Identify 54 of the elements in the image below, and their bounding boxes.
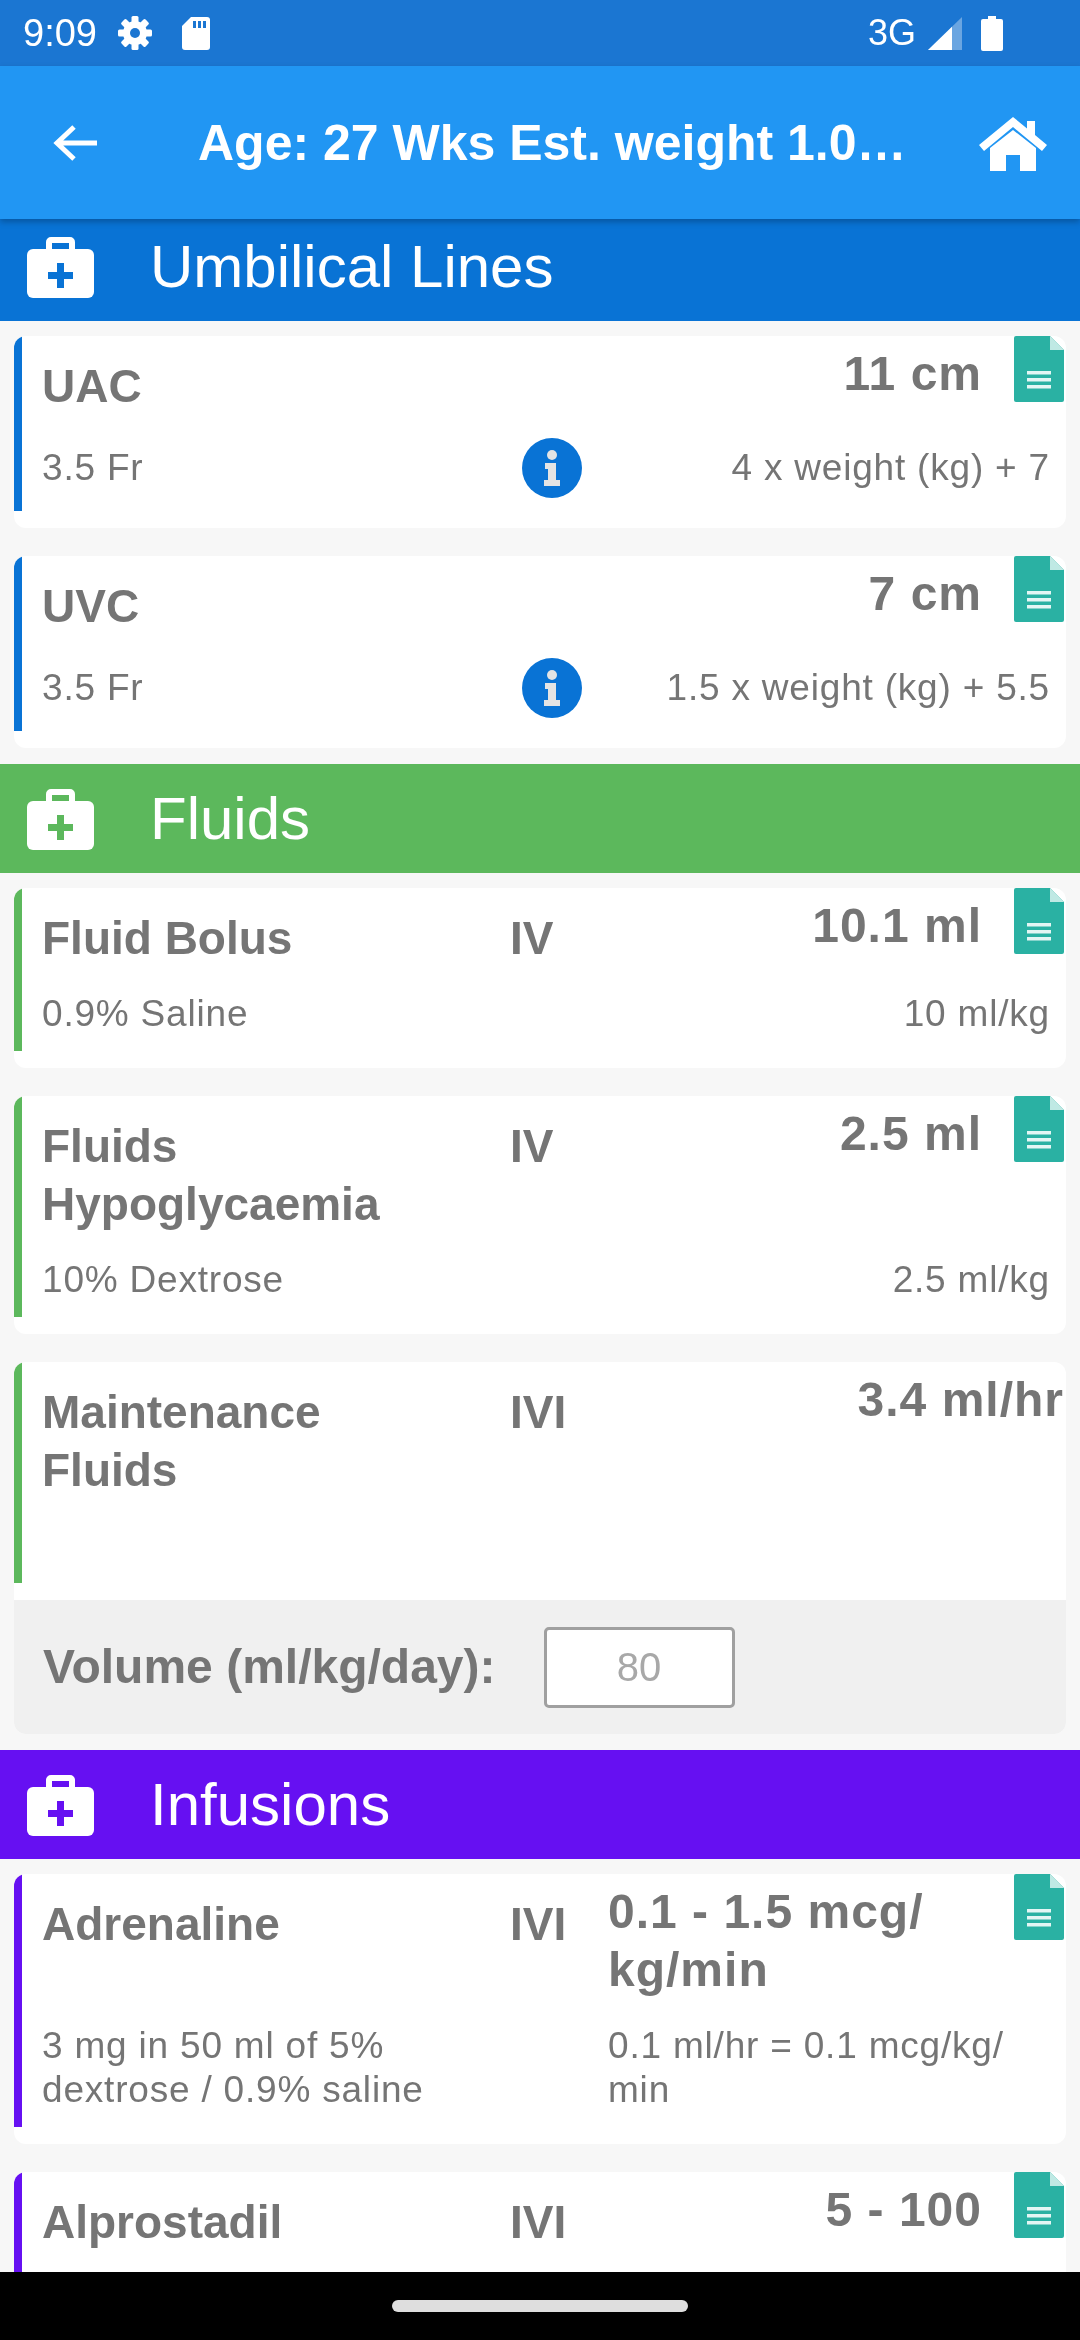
route-text: IV: [510, 1119, 554, 1174]
status-time: 9:09: [23, 11, 97, 55]
item-name: Adrenaline: [42, 1897, 280, 1952]
item-name: Maintenance Fluids: [42, 1385, 322, 1498]
dose-text: 2.5 ml: [839, 1106, 982, 1162]
item-detail: 0.9% Saline: [42, 992, 249, 1036]
gear-icon: [117, 16, 152, 50]
dose-text: 11 cm: [843, 346, 982, 402]
dose-text: 10.1 ml: [812, 898, 982, 954]
route-text: IVI: [510, 1385, 567, 1440]
info-icon[interactable]: [522, 438, 582, 498]
item-name: Fluids Hypoglycaemia: [42, 1119, 381, 1232]
info-icon[interactable]: [522, 658, 582, 718]
document-icon[interactable]: [1014, 1874, 1064, 1940]
item-name: UVC: [42, 579, 140, 634]
signal-icon: [928, 16, 962, 50]
dose-text: 7 cm: [868, 566, 982, 622]
dose-formula: 1.5 x weight (kg) + 5.5: [666, 666, 1050, 710]
item-detail: 10% Dextrose: [42, 1258, 284, 1302]
item-detail: 3.5 Fr: [42, 666, 144, 710]
sd-card-icon: [181, 16, 210, 50]
document-icon[interactable]: [1014, 888, 1064, 954]
dose-formula: 2.5 ml/kg: [892, 1258, 1050, 1302]
dose-formula: 4 x weight (kg) + 7: [731, 446, 1050, 490]
dose-text: 3.4 ml/hr: [857, 1372, 1064, 1428]
route-text: IVI: [510, 1897, 567, 1952]
document-icon[interactable]: [1014, 1096, 1064, 1162]
document-icon[interactable]: [1014, 336, 1064, 402]
dose-text: 5 - 100: [825, 2182, 982, 2238]
volume-label: Volume (ml/kg/day):: [43, 1639, 496, 1695]
item-name: Alprostadil: [42, 2195, 283, 2250]
battery-icon: [981, 15, 1003, 51]
item-detail: 3 mg in 50 ml of 5% dextrose / 0.9% saline: [42, 2024, 425, 2112]
volume-input[interactable]: 80: [543, 1626, 735, 1708]
dose-text: 0.1 - 1.5 mcg/kg/min: [608, 1884, 925, 1998]
dose-formula: 10 ml/kg: [903, 992, 1050, 1036]
document-icon[interactable]: [1014, 556, 1064, 622]
item-name: Fluid Bolus: [42, 911, 293, 966]
home-icon[interactable]: [978, 114, 1048, 171]
medical-case-icon: [27, 235, 94, 298]
route-text: IVI: [510, 2195, 567, 2250]
document-icon[interactable]: [1014, 2172, 1064, 2238]
network-type: 3G: [867, 11, 916, 55]
item-detail: 3.5 Fr: [42, 446, 144, 490]
route-text: IV: [510, 911, 554, 966]
section-title: Fluids: [150, 783, 311, 854]
section-title: Infusions: [150, 1769, 391, 1840]
medical-case-icon: [27, 787, 94, 850]
back-arrow-icon[interactable]: [52, 123, 98, 162]
dose-formula: 0.1 ml/hr = 0.1 mcg/kg/min: [608, 2024, 1005, 2112]
item-name: UAC: [42, 359, 142, 414]
app-bar-title: Age: 27 Wks Est. weight 1.0…: [198, 113, 908, 173]
section-title: Umbilical Lines: [150, 231, 554, 302]
medical-case-icon: [27, 1773, 94, 1836]
